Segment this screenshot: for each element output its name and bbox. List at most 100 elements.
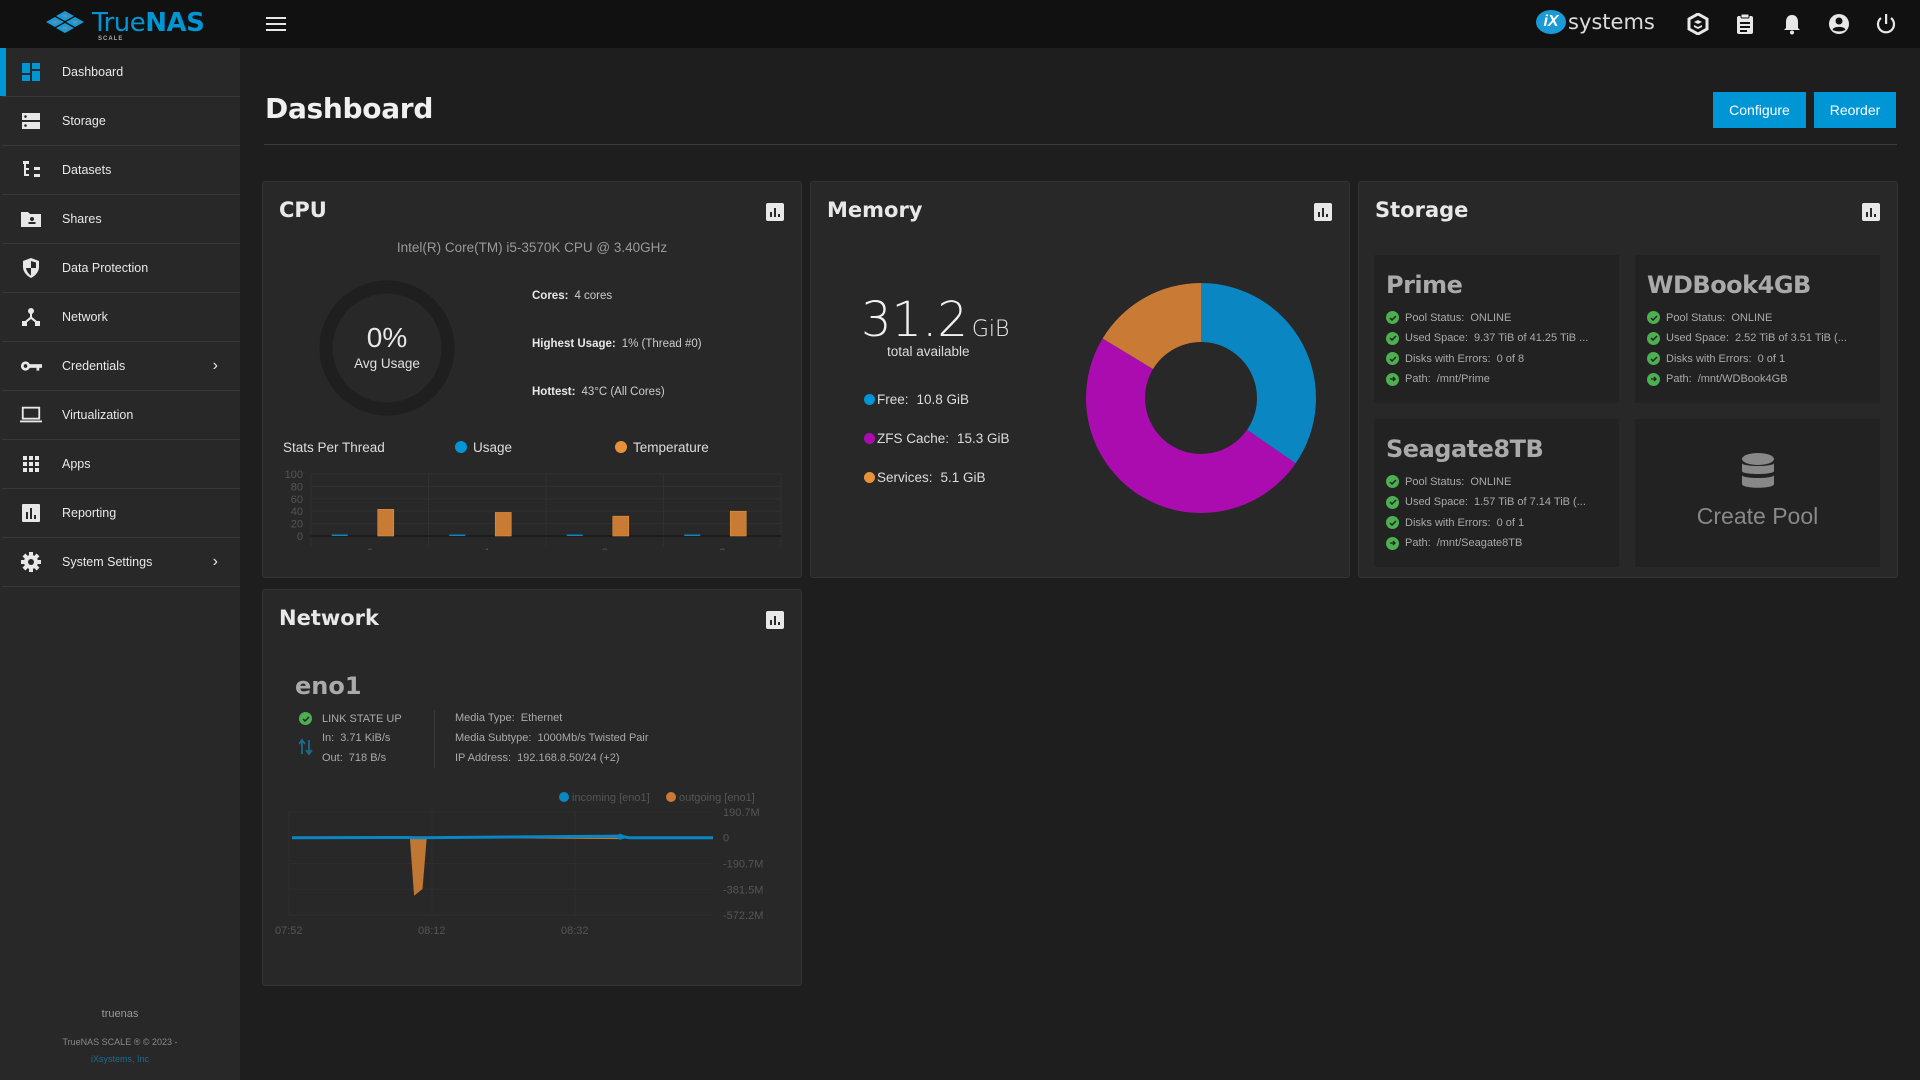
media-type: Media Type: Ethernet [455,712,563,724]
pool-card[interactable]: Prime Pool Status: ONLINE Used Space: 9.37 T… [1374,255,1619,403]
card-title: Storage [1375,198,1469,222]
incoming-line [291,834,713,840]
logo-text: TrueNAS [92,8,205,38]
check-circle-icon [1386,516,1399,529]
legend-dot [666,792,676,802]
pool-name: Prime [1386,271,1463,299]
usage-bar [684,534,701,536]
sidebar-item-label: Dashboard [62,65,124,79]
link-state: LINK STATE UP [299,712,402,725]
truecommand-icon[interactable] [1686,12,1710,36]
sidebar-item-label: Credentials [62,359,126,373]
sidebar-item-label: Network [62,310,108,324]
network-traffic-chart: incoming [eno1] outgoing [eno1] 190.7M 0 -19… [275,792,763,937]
pool-card[interactable]: WDBook4GB Pool Status: ONLINE Used Space: 2.… [1635,255,1880,403]
traffic-out: Out: 718 B/s [322,752,387,764]
traffic-arrows-icon [299,738,313,756]
memory-services: Services: 5.1 GiB [864,470,986,485]
create-pool-button[interactable]: Create Pool [1635,419,1880,567]
clipboard-icon[interactable] [1733,12,1757,36]
outgoing-area [292,837,713,896]
y-tick-label: 190.7M [723,807,760,819]
title-divider [264,144,1897,145]
sidebar-item-storage[interactable]: Storage [2,97,240,146]
chevron-right-icon: › [212,553,218,570]
sidebar-item-label: Apps [62,457,91,471]
x-tick-label: 3 [719,547,725,550]
sidebar-item-label: Shares [62,212,102,226]
shares-icon [20,208,42,230]
arrow-circle-icon [1647,372,1660,386]
database-icon [1742,453,1774,488]
sidebar-item-dashboard[interactable]: Dashboard [0,48,240,97]
sidebar-item-virtualization[interactable]: Virtualization [2,391,240,440]
traffic-in: In: 3.71 KiB/s [322,732,391,744]
cores-stat: Cores: 4 cores [532,290,613,302]
memory-total: 31.2 GiB [861,292,1010,348]
configure-button[interactable]: Configure [1713,92,1806,128]
reporting-icon [20,502,42,524]
legend-label: incoming [eno1] [572,792,650,804]
avg-usage-label: Avg Usage [354,356,420,371]
sidebar-item-system-settings[interactable]: System Settings › [2,538,240,587]
x-tick-label: 08:32 [561,925,589,937]
menu-toggle-button[interactable] [266,17,286,31]
x-tick-label: 1 [484,547,490,550]
pool-stat-row: Used Space: 1.57 TiB of 7.14 TiB (... [1386,495,1586,509]
hostname: truenas [101,1008,139,1020]
cpu-model: Intel(R) Core(TM) i5-3570K CPU @ 3.40GHz [396,240,668,255]
check-circle-icon [1386,475,1399,488]
pool-name: WDBook4GB [1647,271,1811,299]
truenas-logo[interactable]: TrueNAS SCALE [44,8,205,42]
bell-icon[interactable] [1780,12,1804,36]
ixsystems-logo[interactable]: iX systems [1536,10,1655,34]
check-circle-icon [1386,311,1399,324]
page-title: Dashboard [265,92,434,125]
hottest-stat: Hottest: 43°C (All Cores) [532,386,665,398]
power-icon[interactable] [1874,12,1898,36]
storage-icon [20,110,42,132]
gear-icon [20,551,42,573]
sidebar-item-credentials[interactable]: Credentials › [2,342,240,391]
sidebar-item-network[interactable]: Network [2,293,240,342]
reporting-icon[interactable] [766,203,784,221]
memory-total-label: total available [887,344,970,359]
cpu-thread-chart: 1008060402000123 [285,470,782,550]
usage-bar [566,534,583,536]
temperature-bar [729,510,747,537]
ixsystems-badge: iX [1536,10,1566,34]
sidebar-item-label: Reporting [62,506,117,520]
datasets-icon [20,159,42,181]
company-link[interactable]: iXsystems, Inc [91,1054,149,1064]
ip-address: IP Address: 192.168.8.50/24 (+2) [455,752,620,764]
sidebar-item-data-protection[interactable]: Data Protection [2,244,240,293]
key-icon [20,355,42,377]
sidebar-item-shares[interactable]: Shares [2,195,240,244]
pool-card[interactable]: Seagate8TB Pool Status: ONLINE Used Space: 1… [1374,419,1619,567]
reorder-button[interactable]: Reorder [1814,92,1896,128]
sidebar-item-apps[interactable]: Apps [2,440,240,489]
sidebar-item-datasets[interactable]: Datasets [2,146,240,195]
memory-zfs-cache: ZFS Cache: 15.3 GiB [864,431,1010,446]
account-circle-icon[interactable] [1827,12,1851,36]
card-title: CPU [279,198,327,222]
legend-temperature[interactable]: Temperature [615,440,709,455]
info-divider [434,710,435,768]
check-circle-icon [1647,352,1660,365]
reporting-icon[interactable] [1862,203,1880,221]
reporting-icon[interactable] [766,611,784,629]
y-tick-label: 40 [291,506,303,518]
y-tick-label: 0 [297,531,303,543]
card-title: Memory [827,198,923,222]
memory-free: Free: 10.8 GiB [864,392,969,407]
check-circle-icon [1647,311,1660,324]
sidebar-item-reporting[interactable]: Reporting [2,489,240,538]
check-circle-icon [1386,331,1399,345]
y-tick-label: -190.7M [723,858,763,870]
apps-icon [20,453,42,475]
legend-usage[interactable]: Usage [455,440,512,455]
sidebar-item-label: Virtualization [62,408,134,422]
legend-label: outgoing [eno1] [679,792,755,804]
laptop-icon [20,404,42,426]
reporting-icon[interactable] [1314,203,1332,221]
